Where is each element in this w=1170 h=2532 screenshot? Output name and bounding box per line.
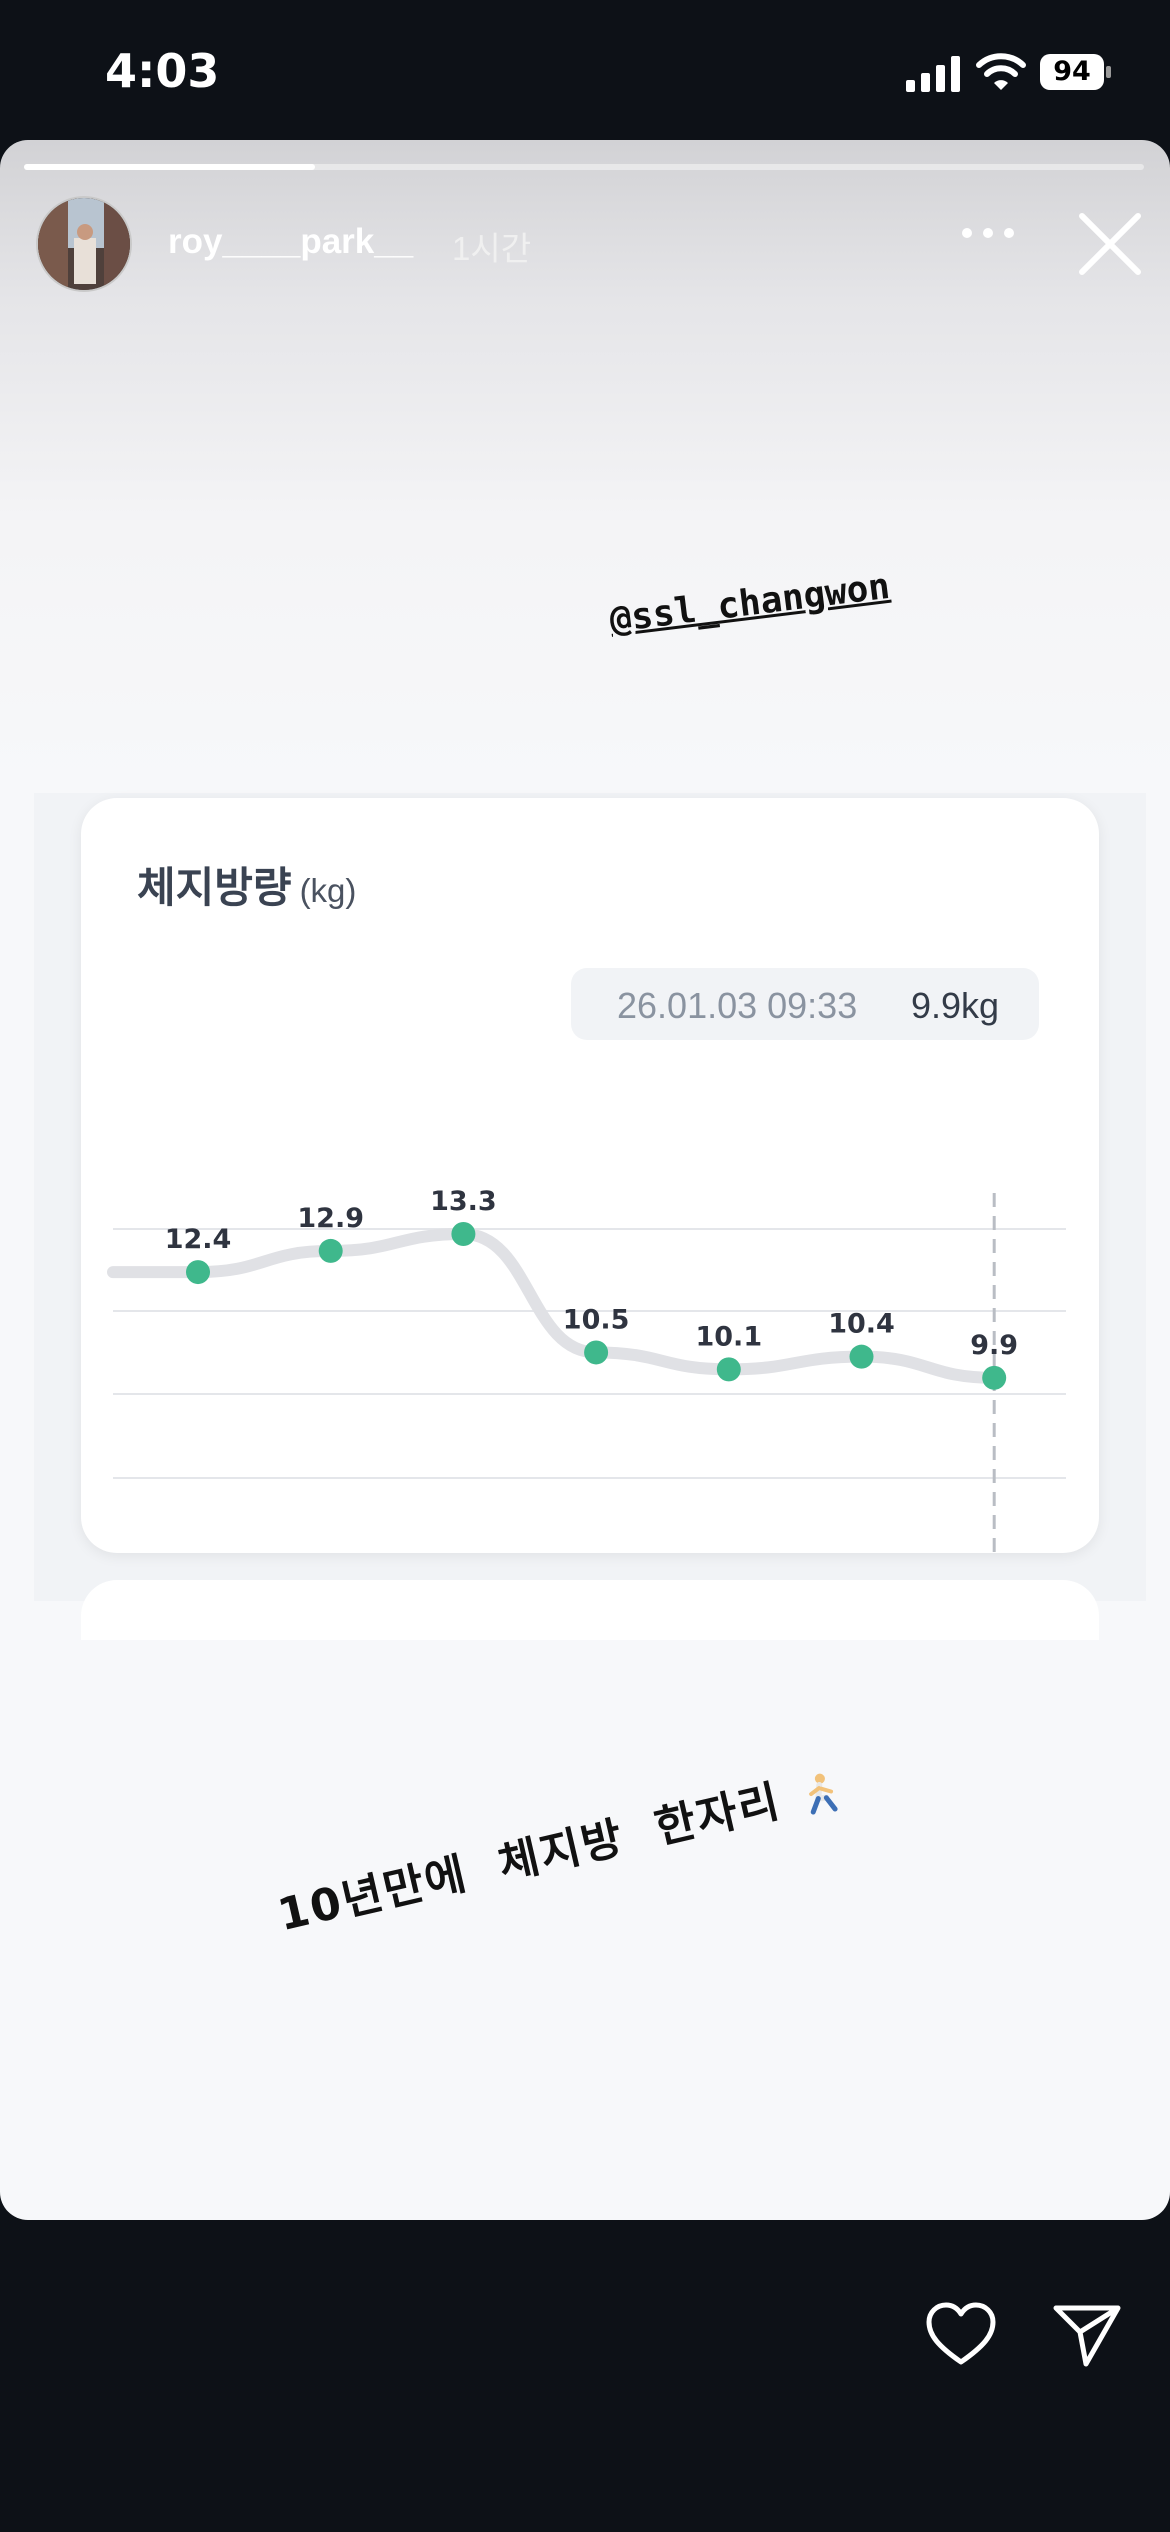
data-label: 10.5: [563, 1304, 630, 1335]
wifi-icon: [976, 53, 1026, 90]
close-icon[interactable]: [1076, 210, 1144, 278]
cellular-signal-icon: [906, 56, 960, 92]
battery-level: 94: [1053, 56, 1091, 87]
data-point: [716, 1357, 741, 1382]
runner-emoji-icon: [808, 1773, 838, 1815]
heart-icon[interactable]: [924, 2300, 998, 2368]
data-label: 10.4: [828, 1309, 895, 1340]
body-fat-card: 체지방량(kg) 26.01.03 09:33 9.9kg 12.422.01.…: [81, 798, 1099, 1553]
send-icon[interactable]: [1052, 2302, 1122, 2368]
data-label: 12.4: [165, 1224, 232, 1255]
data-point: [982, 1365, 1007, 1390]
data-point: [186, 1260, 210, 1285]
story-view[interactable]: roy____park__ 1시간 @ssl_changwon 체지방량 (kg)…: [0, 140, 1170, 2220]
data-label: 10.1: [695, 1321, 762, 1352]
data-point: [451, 1222, 476, 1246]
avatar-photo: [38, 198, 130, 290]
profile-avatar[interactable]: [36, 196, 132, 292]
next-card-edge: [81, 1580, 1099, 1640]
mention-sticker[interactable]: @ssl_changwon: [608, 566, 893, 641]
more-options-icon[interactable]: [960, 226, 1016, 240]
data-point: [318, 1238, 343, 1263]
story-time-ago: 1시간: [452, 230, 532, 267]
status-bar: 4:03 94: [0, 0, 1170, 140]
caption-label: 10년만에 체지방 한자리: [273, 1775, 786, 1942]
story-username[interactable]: roy____park__: [168, 222, 413, 262]
story-progress-bar: [24, 164, 1144, 170]
body-fat-line-chart[interactable]: 12.422.01.1212.925.10.2113.311.0410.511.…: [81, 798, 1099, 1553]
data-point: [849, 1344, 874, 1369]
caption-text: 10년만에 체지방 한자리: [271, 1751, 848, 1943]
data-label: 13.3: [430, 1186, 497, 1217]
data-label: 12.9: [297, 1203, 364, 1234]
data-label: 9.9: [970, 1330, 1018, 1361]
data-point: [584, 1340, 609, 1365]
story-progress-fill: [24, 164, 316, 170]
status-time: 4:03: [105, 44, 220, 98]
